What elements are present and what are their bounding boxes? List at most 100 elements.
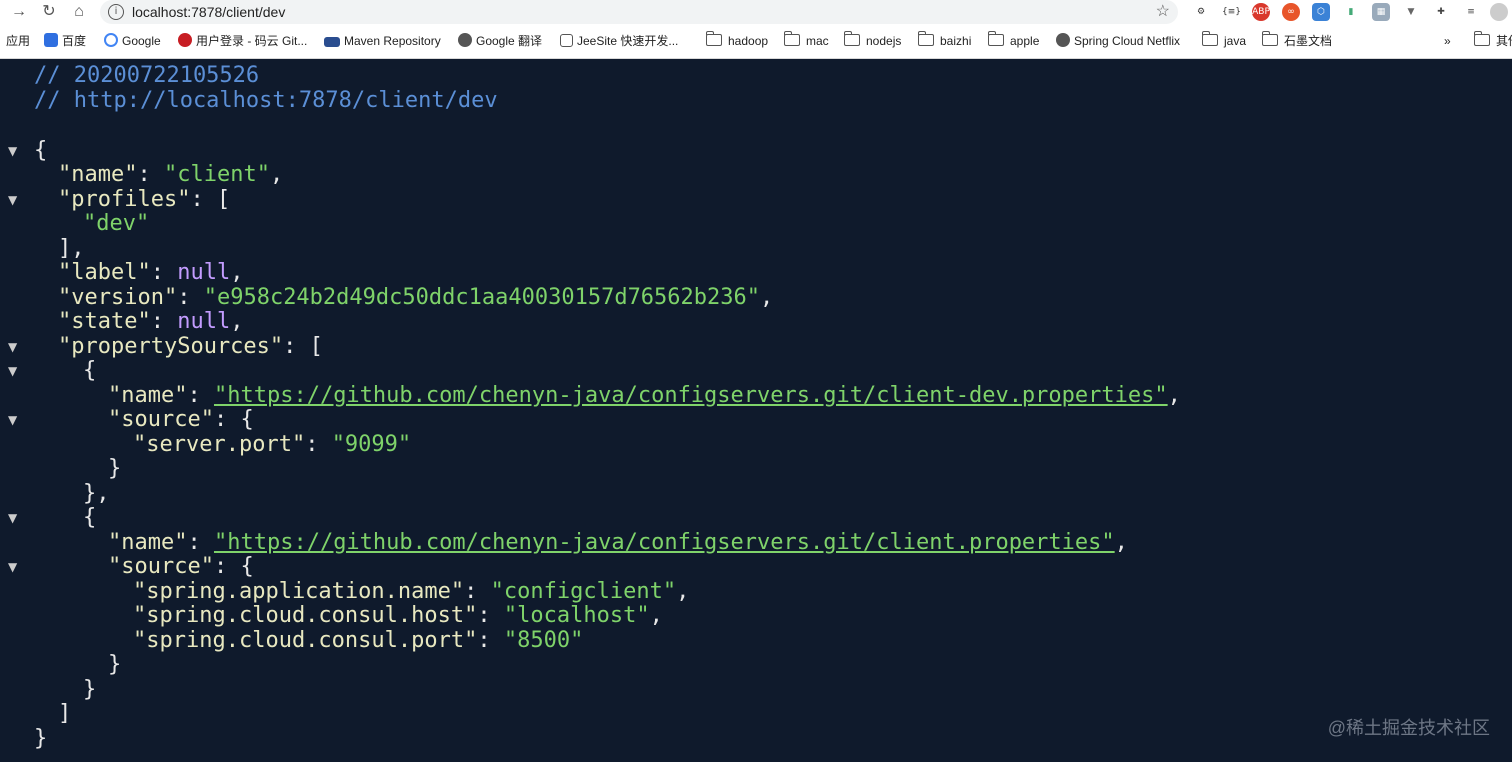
back-arrow-icon[interactable]: → (8, 0, 30, 24)
bookmarks-bar: 应用 百度 Google 用户登录 - 码云 Git... Maven Repo… (0, 24, 1512, 59)
json-line-ps0-source-close: } (108, 456, 122, 481)
bookmark-label: 其他 (1496, 34, 1512, 48)
bookmark-folder-nodejs[interactable]: nodejs (843, 24, 901, 58)
json-line-property-sources: "propertySources": [ (58, 334, 323, 359)
bookmark-label: baizhi (940, 34, 972, 48)
bookmark-gitee[interactable]: 用户登录 - 码云 Git... (178, 24, 307, 58)
bookmark-folder-shimo[interactable]: 石墨文档 (1261, 24, 1332, 58)
json-key: "source" (108, 554, 214, 579)
jeesite-icon (560, 34, 573, 47)
reading-list-icon[interactable]: ≡ (1462, 3, 1480, 21)
extension-image-icon[interactable]: ▦ (1372, 3, 1390, 21)
browser-toolbar: → ↻ ⌂ i localhost:7878/client/dev ☆ ⚙ {≡… (0, 0, 1512, 24)
json-line-ps0-name: "name": "https://github.com/chenyn-java/… (108, 383, 1181, 408)
json-string-value: "9099" (331, 432, 412, 457)
json-null-value: null (177, 260, 231, 285)
json-root-open: { (34, 138, 48, 163)
bookmark-label: » (1444, 34, 1451, 48)
json-line-ps1-source: "source": { (108, 554, 254, 579)
bookmark-label: Spring Cloud Netflix (1074, 34, 1181, 48)
gitee-icon (178, 33, 192, 47)
json-line-ps1-close: } (83, 677, 97, 702)
json-line-server-port: "server.port": "9099" (133, 432, 412, 457)
bookmark-label: JeeSite 快速开发... (577, 34, 679, 48)
bookmark-label: hadoop (728, 34, 769, 48)
bookmark-label: java (1224, 34, 1247, 48)
bookmark-label: Maven Repository (344, 34, 441, 48)
bookmarks-overflow-chevron-icon[interactable]: » (1444, 24, 1451, 58)
maven-icon (324, 37, 340, 47)
extension-pin-icon[interactable]: ▮ (1342, 3, 1360, 21)
bookmark-star-icon[interactable]: ☆ (1156, 0, 1170, 24)
bookmark-jeesite[interactable]: JeeSite 快速开发... (560, 24, 678, 58)
json-key: "name" (108, 383, 188, 408)
home-icon[interactable]: ⌂ (68, 0, 90, 24)
collapse-toggle-icon[interactable]: ▼ (8, 139, 17, 163)
json-line-consul-host: "spring.cloud.consul.host": "localhost", (133, 603, 663, 628)
json-line-profile-0: "dev" (83, 212, 149, 236)
extension-vue-icon[interactable]: ▼ (1402, 3, 1420, 21)
collapse-toggle-icon[interactable]: ▼ (8, 555, 17, 579)
json-key: "propertySources" (58, 334, 284, 359)
extensions-puzzle-icon[interactable]: ✚ (1432, 3, 1450, 21)
extension-hex-icon[interactable]: ⬡ (1312, 3, 1330, 21)
google-icon (104, 33, 118, 47)
json-string-value: "localhost" (503, 603, 650, 628)
json-line-profiles: "profiles": [ (58, 187, 231, 212)
json-line-profiles-close: ], (58, 236, 85, 261)
address-bar[interactable]: i localhost:7878/client/dev ☆ (100, 0, 1178, 24)
json-line-ps1-source-close: } (108, 652, 122, 677)
collapse-toggle-icon[interactable]: ▼ (8, 335, 17, 359)
adblock-icon[interactable]: ABP (1252, 3, 1270, 21)
bookmark-google-translate[interactable]: Google 翻译 (458, 24, 542, 58)
json-line-consul-port: "spring.cloud.consul.port": "8500" (133, 628, 584, 653)
bookmark-label: 应用 (6, 34, 31, 48)
url-text[interactable]: localhost:7878/client/dev (132, 0, 285, 24)
json-link-value[interactable]: "https://github.com/chenyn-java/configse… (214, 530, 1115, 555)
globe-icon (458, 33, 472, 47)
json-string-value: "configclient" (490, 579, 677, 604)
bookmark-google[interactable]: Google (104, 24, 161, 58)
bookmark-folder-hadoop[interactable]: hadoop (705, 24, 769, 58)
bookmark-baidu[interactable]: 百度 (44, 24, 86, 58)
bookmark-folder-baizhi[interactable]: baizhi (917, 24, 972, 58)
site-info-icon[interactable]: i (108, 4, 124, 20)
json-viewer: // 20200722105526 // http://localhost:78… (0, 59, 1512, 762)
json-link-value[interactable]: "https://github.com/chenyn-java/configse… (214, 383, 1168, 408)
bookmark-apps[interactable]: 应用 (6, 24, 30, 58)
json-line-label: "label": null, (58, 260, 244, 285)
folder-icon (843, 31, 860, 46)
json-key: "name" (58, 162, 138, 187)
json-key: "profiles" (58, 187, 191, 212)
reload-icon[interactable]: ↻ (38, 0, 60, 24)
collapse-toggle-icon[interactable]: ▼ (8, 188, 17, 212)
comment-timestamp: // 20200722105526 (34, 63, 260, 88)
json-line-version: "version": "e958c24b2d49dc50ddc1aa400301… (58, 285, 774, 310)
bookmark-spring-cloud-netflix[interactable]: Spring Cloud Netflix (1056, 24, 1180, 58)
profile-avatar[interactable] (1490, 3, 1508, 21)
extension-json-icon[interactable]: {≡} (1222, 3, 1241, 21)
json-string-value: "e958c24b2d49dc50ddc1aa40030157d76562b23… (203, 285, 761, 310)
bookmark-folder-mac[interactable]: mac (783, 24, 829, 58)
folder-icon (1261, 31, 1278, 46)
json-string-value: "client" (163, 162, 270, 187)
extension-feather-icon[interactable]: ⚙ (1192, 3, 1210, 21)
bookmark-folder-java[interactable]: java (1201, 24, 1247, 58)
json-key: "spring.cloud.consul.port" (133, 628, 478, 653)
extension-infinity-icon[interactable]: ∞ (1282, 3, 1300, 21)
json-key: "state" (58, 309, 151, 334)
json-key: "spring.cloud.consul.host" (133, 603, 478, 628)
collapse-toggle-icon[interactable]: ▼ (8, 506, 17, 530)
bookmark-folder-other[interactable]: 其他 (1473, 24, 1512, 58)
collapse-toggle-icon[interactable]: ▼ (8, 408, 17, 432)
folder-icon (1473, 31, 1490, 46)
json-root-close: } (34, 726, 48, 751)
collapse-toggle-icon[interactable]: ▼ (8, 359, 17, 383)
bookmark-maven[interactable]: Maven Repository (324, 24, 441, 58)
json-key: "label" (58, 260, 151, 285)
bookmark-label: Google (122, 34, 161, 48)
json-line-app-name: "spring.application.name": "configclient… (133, 579, 690, 604)
json-line-name: "name": "client", (58, 162, 284, 187)
folder-icon (1201, 31, 1218, 46)
bookmark-folder-apple[interactable]: apple (987, 24, 1039, 58)
